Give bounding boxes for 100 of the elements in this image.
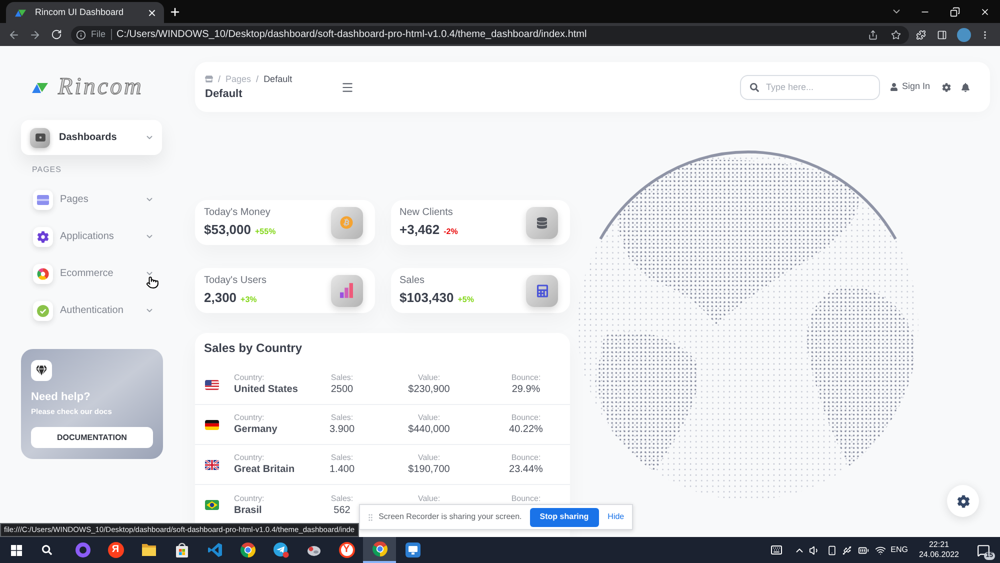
section-heading: PAGES [32, 165, 62, 175]
column-label: Value: [418, 413, 440, 423]
keyboard-icon[interactable] [768, 544, 784, 556]
gear-icon [33, 226, 53, 246]
speaker-icon[interactable] [808, 544, 820, 556]
scheme-label: File [91, 28, 106, 41]
pie-chart-icon [33, 264, 53, 284]
column-label: Country: [234, 373, 264, 383]
calculator-icon [526, 274, 558, 306]
forward-icon[interactable] [29, 28, 41, 40]
user-icon [890, 83, 898, 91]
close-window-icon[interactable] [980, 6, 990, 16]
nav-item[interactable]: Applications [21, 218, 162, 255]
battery-icon[interactable] [858, 544, 869, 556]
breadcrumb-separator: / [218, 74, 221, 84]
search-icon [750, 82, 759, 92]
table-value: $230,900 [408, 383, 450, 396]
stop-sharing-button[interactable]: Stop sharing [530, 508, 599, 526]
table-value: 1.400 [329, 463, 355, 476]
clock-date[interactable]: 24.06.2022 [918, 550, 960, 560]
chevron-down-icon [145, 133, 154, 142]
taskbar-app-button[interactable]: Я [99, 537, 132, 563]
hide-link[interactable]: Hide [608, 511, 624, 523]
stat-label: Today's Users [204, 275, 266, 287]
column-label: Value: [418, 453, 440, 463]
avatar-icon[interactable] [957, 28, 971, 42]
column-label: Value: [418, 373, 440, 383]
breadcrumb-separator: / [256, 74, 259, 84]
column-label: Sales: [330, 494, 354, 504]
grip-icon[interactable] [366, 512, 375, 522]
card-icon [33, 190, 53, 210]
back-icon[interactable] [8, 28, 20, 40]
stat-value: 2,300 [204, 290, 237, 306]
nav-item[interactable]: Dashboards [21, 120, 162, 155]
table-value: $190,700 [408, 463, 450, 476]
search-icon[interactable] [42, 545, 52, 555]
reload-icon[interactable] [51, 29, 62, 40]
documentation-button[interactable]: DOCUMENTATION [31, 427, 153, 448]
search-field[interactable]: Type here... [740, 74, 880, 100]
address-bar[interactable]: File C:/Users/WINDOWS_10/Desktop/dashboard/soft-dashboard-pro-html-v1.0.4/theme_dashboard/index.html [71, 26, 909, 44]
chevron-down-icon [145, 306, 154, 315]
bookmark-star-icon[interactable] [891, 30, 901, 40]
side-panel-icon[interactable] [937, 30, 947, 40]
chevron-down-icon [145, 269, 154, 278]
column-label: Bounce: [511, 373, 541, 383]
nav-item[interactable]: Ecommerce [21, 255, 162, 292]
gem-icon [31, 360, 52, 381]
browser-tab[interactable]: Rincom UI Dashboard [6, 2, 164, 23]
stat-change: +3% [240, 294, 257, 306]
settings-button[interactable] [947, 485, 979, 517]
uk-flag-icon [205, 460, 219, 470]
extensions-icon[interactable] [916, 30, 926, 40]
gear-icon [956, 494, 970, 508]
table-value: 562 [334, 504, 350, 516]
nav-item[interactable]: Pages [21, 181, 162, 218]
ring-icon [74, 542, 90, 558]
country-name: United States [234, 383, 298, 396]
usb-icon[interactable] [842, 544, 852, 556]
coin-icon [330, 206, 362, 238]
windows-logo-icon[interactable] [10, 544, 22, 556]
share-icon[interactable] [868, 30, 878, 40]
sign-in-link[interactable]: Sign In [890, 80, 930, 94]
table-value: 23.44% [509, 463, 543, 476]
wifi-icon[interactable] [874, 544, 886, 556]
column-label: Country: [234, 494, 264, 504]
notification-bell-icon[interactable] [961, 82, 970, 92]
table-value: 3.900 [329, 423, 355, 436]
column-label: Sales: [330, 453, 354, 463]
settings-icon[interactable] [942, 82, 951, 92]
stat-change: -2% [444, 226, 458, 238]
hand-cursor-icon [146, 275, 159, 290]
banner-message: Screen Recorder is sharing your screen. [378, 511, 522, 523]
country-name: Brasil [234, 504, 262, 516]
new-tab-icon[interactable] [169, 6, 181, 18]
help-title: Need help? [31, 391, 90, 404]
restore-icon[interactable] [950, 6, 960, 16]
table-value: 2500 [330, 383, 354, 396]
us-flag-icon [205, 380, 219, 390]
clock-time[interactable]: 22:21 [928, 540, 950, 550]
phone-icon[interactable] [826, 544, 837, 556]
stat-value: $53,000 [204, 222, 251, 238]
letter-logo: Я [108, 542, 124, 558]
column-label: Sales: [330, 413, 354, 423]
menu-icon[interactable] [341, 80, 354, 94]
germany-flag-icon [205, 420, 219, 430]
close-tab-icon[interactable] [147, 8, 157, 18]
brazil-flag-icon [205, 500, 219, 510]
taskbar-app-button[interactable] [363, 537, 396, 563]
url-text: C:/Users/WINDOWS_10/Desktop/dashboard/soft-dashboard-pro-html-v1.0.4/theme_dashboard/index.html [116, 28, 587, 42]
database-icon [526, 206, 558, 238]
search-input[interactable]: Type here... [766, 80, 875, 94]
taskbar-app-button[interactable]: Y [330, 537, 363, 563]
breadcrumb-current: Default [264, 74, 292, 84]
language-indicator[interactable]: ENG [890, 544, 908, 556]
info-icon[interactable] [76, 30, 86, 40]
stat-value: $103,430 [400, 290, 454, 306]
page-title: Default [205, 88, 242, 100]
nav-item[interactable]: Authentication [21, 292, 162, 329]
country-name: Great Britain [234, 463, 295, 476]
bar-chart-icon [330, 274, 362, 306]
